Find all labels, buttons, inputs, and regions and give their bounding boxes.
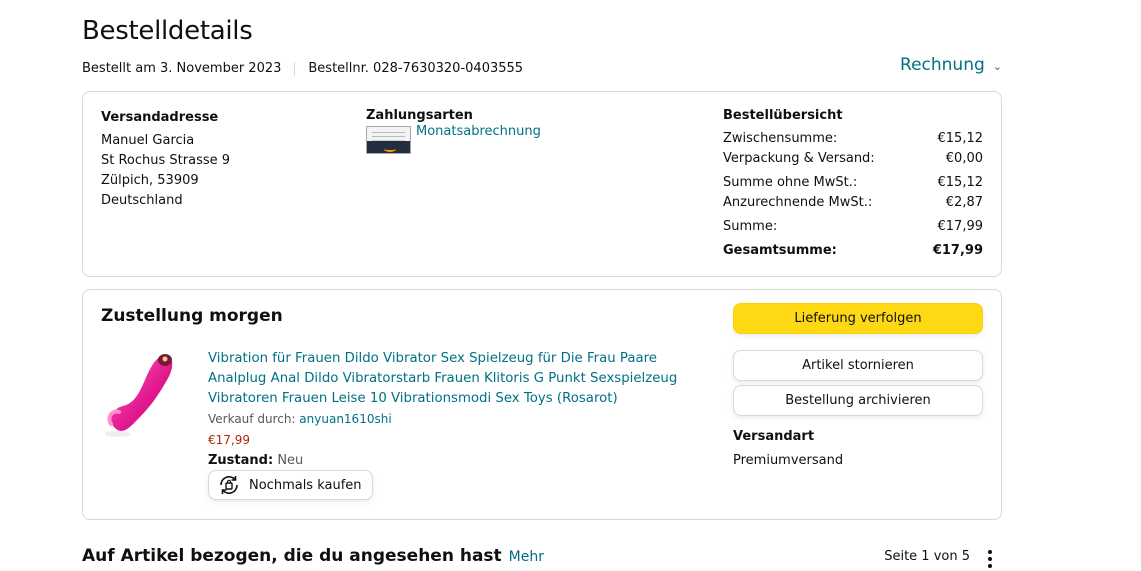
shipping-method: Versandart Premiumversand: [733, 427, 843, 471]
buy-again-button[interactable]: Nochmals kaufen: [208, 470, 373, 500]
summary-row: Zwischensumme: €15,12: [723, 129, 983, 149]
summary-value: €15,12: [937, 131, 984, 146]
summary-label: Summe:: [723, 219, 778, 234]
divider: [294, 61, 296, 76]
invoice-dropdown[interactable]: Rechnung ⌄: [900, 55, 1002, 75]
product-title-link[interactable]: Vibration für Frauen Dildo Vibrator Sex …: [208, 349, 708, 409]
product-condition: Zustand: Neu: [208, 453, 708, 468]
amazon-card-icon: [366, 126, 411, 154]
condition-value: Neu: [277, 453, 304, 468]
summary-label: Anzurechnende MwSt.:: [723, 195, 873, 210]
related-heading: Auf Artikel bezogen, die du angesehen ha…: [82, 546, 502, 566]
product-image[interactable]: [105, 348, 175, 443]
shipment-card: Zustellung morgen Vibration für Frauen D…: [82, 289, 1002, 520]
address-country: Deutschland: [101, 193, 183, 208]
summary-value: €15,12: [937, 175, 984, 190]
seller-line: Verkauf durch: anyuan1610shi: [208, 412, 708, 426]
summary-value: €0,00: [945, 151, 983, 166]
summary-row: Anzurechnende MwSt.: €2,87: [723, 193, 983, 213]
summary-value: €17,99: [937, 219, 984, 234]
address-name: Manuel Garcia: [101, 133, 195, 148]
shipping-method-heading: Versandart: [733, 429, 815, 444]
chevron-down-icon: ⌄: [992, 60, 1002, 73]
payment-methods: Zahlungsarten Monatsabrechnung: [366, 108, 541, 154]
summary-label: Verpackung & Versand:: [723, 151, 875, 166]
delivery-status-heading: Zustellung morgen: [101, 306, 283, 326]
order-summary-card: Versandadresse Manuel Garcia St Rochus S…: [82, 91, 1002, 277]
buy-again-icon: [220, 475, 238, 495]
shipping-method-value: Premiumversand: [733, 453, 844, 468]
product-price: €17,99: [208, 433, 250, 447]
track-package-button[interactable]: Lieferung verfolgen: [733, 303, 983, 334]
carousel-pager: Seite 1 von 5: [884, 549, 970, 564]
seller-link[interactable]: anyuan1610shi: [299, 412, 391, 426]
invoice-label: Rechnung: [900, 55, 985, 75]
order-summary: Bestellübersicht Zwischensumme: €15,12 V…: [723, 108, 983, 261]
address-city: Zülpich, 53909: [101, 173, 199, 188]
summary-row: Summe: €17,99: [723, 217, 983, 237]
summary-label: Summe ohne MwSt.:: [723, 175, 858, 190]
buy-again-label: Nochmals kaufen: [249, 477, 362, 493]
total-label: Gesamtsumme:: [723, 243, 837, 258]
address-street: St Rochus Strasse 9: [101, 153, 231, 168]
condition-label: Zustand:: [208, 453, 274, 468]
order-date: Bestellt am 3. November 2023: [82, 61, 282, 76]
summary-label: Zwischensumme:: [723, 131, 838, 146]
summary-heading: Bestellübersicht: [723, 108, 843, 123]
payment-method-link[interactable]: Monatsabrechnung: [416, 124, 541, 139]
order-number: Bestellnr. 028-7630320-0403555: [308, 61, 524, 76]
shipping-address: Versandadresse Manuel Garcia St Rochus S…: [101, 108, 230, 211]
summary-row: Summe ohne MwSt.: €15,12: [723, 173, 983, 193]
seller-prefix: Verkauf durch:: [208, 412, 296, 426]
archive-order-button[interactable]: Bestellung archivieren: [733, 385, 983, 416]
more-link[interactable]: Mehr: [509, 549, 544, 565]
product-info: Vibration für Frauen Dildo Vibrator Sex …: [208, 349, 708, 501]
cancel-items-button[interactable]: Artikel stornieren: [733, 350, 983, 381]
related-items-header: Auf Artikel bezogen, die du angesehen ha…: [82, 546, 544, 566]
address-heading: Versandadresse: [101, 110, 219, 125]
summary-value: €2,87: [945, 195, 983, 210]
more-options-icon[interactable]: [984, 548, 996, 570]
order-meta: Bestellt am 3. November 2023 Bestellnr. …: [82, 61, 523, 76]
total-value: €17,99: [932, 243, 983, 258]
payment-heading: Zahlungsarten: [366, 108, 473, 123]
page-title: Bestelldetails: [82, 16, 253, 46]
summary-total-row: Gesamtsumme: €17,99: [723, 241, 983, 261]
summary-row: Verpackung & Versand: €0,00: [723, 149, 983, 169]
